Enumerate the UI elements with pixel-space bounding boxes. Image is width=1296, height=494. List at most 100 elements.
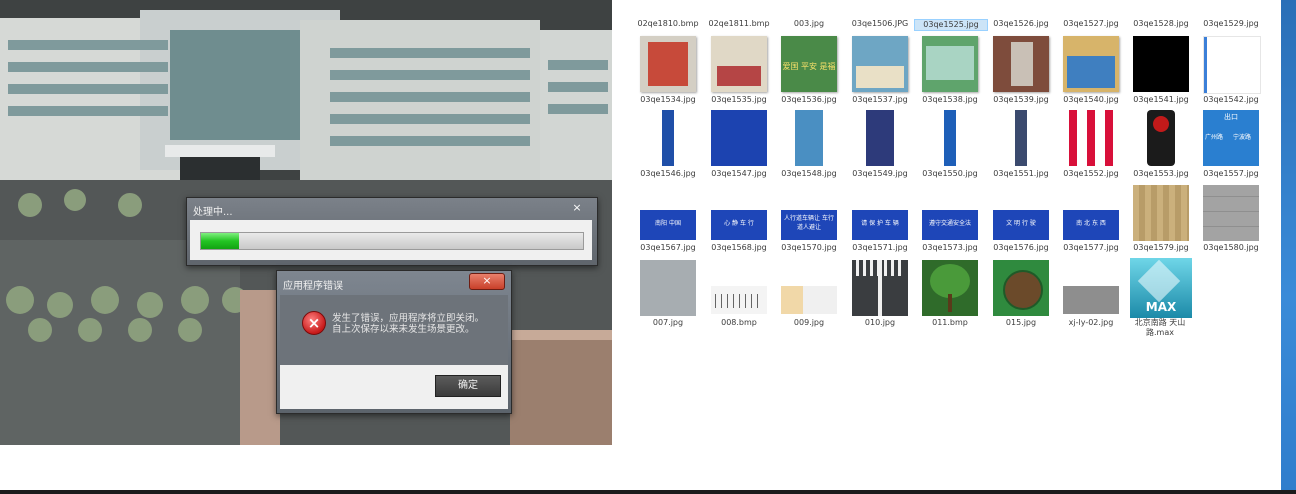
thumbnail-sign-text: 爱国 平安 是福 xyxy=(782,62,836,71)
max-badge-text: MAX xyxy=(1145,300,1177,314)
progress-dialog: 处理中... × xyxy=(186,197,598,266)
file-label[interactable]: 03qe1535.jpg xyxy=(703,95,775,105)
file-label[interactable]: 008.bmp xyxy=(703,318,775,328)
thumbnail-03qe1567[interactable]: 南阳 中国 xyxy=(640,210,696,240)
thumbnail-03qe1579[interactable] xyxy=(1133,185,1189,241)
thumbnail-015[interactable] xyxy=(993,260,1049,316)
file-label[interactable]: 03qe1540.jpg xyxy=(1055,95,1127,105)
file-label[interactable]: 03qe1567.jpg xyxy=(632,243,704,253)
file-label[interactable]: 03qe1529.jpg xyxy=(1195,19,1267,29)
thumbnail-03qe1538[interactable] xyxy=(922,36,978,92)
thumbnail-03qe1536[interactable]: 爱国 平安 是福 xyxy=(781,36,837,92)
thumbnail-007[interactable] xyxy=(640,260,696,316)
file-label[interactable]: 03qe1553.jpg xyxy=(1125,169,1197,179)
file-label[interactable]: 03qe1536.jpg xyxy=(773,95,845,105)
thumbnail-03qe1571[interactable]: 请 保 护 车 辆 xyxy=(852,210,908,240)
close-icon[interactable]: × xyxy=(469,273,505,290)
thumbnail-sign-text: 南阳 中国 xyxy=(655,220,681,227)
error-message: 发生了错误，应用程序将立即关闭。 自上次保存以来未发生场景更改。 xyxy=(332,313,502,335)
progress-close-icon[interactable]: × xyxy=(563,201,591,214)
thumbnail-03qe1576[interactable]: 文 明 行 驶 xyxy=(993,210,1049,240)
thumbnail-03qe1577[interactable]: 南 北 东 西 xyxy=(1063,210,1119,240)
thumbnail-03qe1557[interactable]: 出口 广州路 宁波路 xyxy=(1203,110,1259,166)
thumbnail-011[interactable] xyxy=(922,260,978,316)
thumbnail-03qe1542[interactable] xyxy=(1203,36,1261,94)
file-label[interactable]: 03qe1570.jpg xyxy=(773,243,845,253)
thumbnail-sign-text: 人行道车辆让 车行道人避让 xyxy=(784,215,834,231)
thumbnail-010[interactable] xyxy=(852,260,908,316)
ok-button[interactable]: 确定 xyxy=(435,375,501,397)
thumbnail-03qe1539[interactable] xyxy=(993,36,1049,92)
3ds-max-file-icon[interactable]: MAX xyxy=(1130,258,1192,318)
thumbnail-03qe1547[interactable] xyxy=(711,110,767,166)
thumbnail-03qe1546[interactable] xyxy=(640,110,696,166)
thumbnail-03qe1537[interactable] xyxy=(852,36,908,92)
thumbnail-sign-text: 文 明 行 驶 xyxy=(1006,220,1036,227)
thumbnail-03qe1580[interactable] xyxy=(1203,185,1259,241)
thumbnail-009[interactable] xyxy=(781,286,837,314)
thumbnail-03qe1550[interactable] xyxy=(922,110,978,166)
file-label[interactable]: 03qe1547.jpg xyxy=(703,169,775,179)
file-label[interactable]: 03qe1527.jpg xyxy=(1055,19,1127,29)
thumbnail-03qe1540[interactable] xyxy=(1063,36,1119,92)
file-label[interactable]: 007.jpg xyxy=(632,318,704,328)
error-icon: × xyxy=(302,311,326,335)
file-label[interactable]: 03qe1579.jpg xyxy=(1125,243,1197,253)
file-label[interactable]: 010.jpg xyxy=(844,318,916,328)
file-label[interactable]: 015.jpg xyxy=(985,318,1057,328)
thumbnail-03qe1535[interactable] xyxy=(711,36,767,92)
file-label[interactable]: 03qe1542.jpg xyxy=(1195,95,1267,105)
thumbnail-03qe1541[interactable] xyxy=(1133,36,1189,92)
file-label[interactable]: 02qe1810.bmp xyxy=(632,19,704,29)
file-label[interactable]: 003.jpg xyxy=(773,19,845,29)
file-label[interactable]: 03qe1548.jpg xyxy=(773,169,845,179)
file-label[interactable]: 03qe1528.jpg xyxy=(1125,19,1197,29)
error-message-line2: 自上次保存以来未发生场景更改。 xyxy=(332,324,475,335)
file-label[interactable]: 03qe1538.jpg xyxy=(914,95,986,105)
file-label[interactable]: 03qe1541.jpg xyxy=(1125,95,1197,105)
thumbnail-sign-text: 出口 xyxy=(1224,113,1238,121)
progress-bar-fill xyxy=(201,233,240,249)
file-label[interactable]: 03qe1576.jpg xyxy=(985,243,1057,253)
file-label[interactable]: 02qe1811.bmp xyxy=(703,19,775,29)
thumbnail-03qe1553[interactable] xyxy=(1133,110,1189,166)
file-label[interactable]: 011.bmp xyxy=(914,318,986,328)
file-label[interactable]: 03qe1506.JPG xyxy=(844,19,916,29)
file-label[interactable]: 03qe1580.jpg xyxy=(1195,243,1267,253)
file-label[interactable]: 03qe1551.jpg xyxy=(985,169,1057,179)
file-label[interactable]: 03qe1526.jpg xyxy=(985,19,1057,29)
file-label[interactable]: xj-ly-02.jpg xyxy=(1055,318,1127,328)
taskbar-edge xyxy=(0,490,1296,494)
thumbnail-03qe1548[interactable] xyxy=(781,110,837,166)
thumbnail-03qe1551[interactable] xyxy=(993,110,1049,166)
file-label[interactable]: 03qe1546.jpg xyxy=(632,169,704,179)
file-label[interactable]: 03qe1534.jpg xyxy=(632,95,704,105)
file-label[interactable]: 03qe1568.jpg xyxy=(703,243,775,253)
file-label[interactable]: 北京南路 天山路.max xyxy=(1128,318,1192,338)
file-label[interactable]: 03qe1550.jpg xyxy=(914,169,986,179)
file-label[interactable]: 03qe1571.jpg xyxy=(844,243,916,253)
thumbnail-03qe1570[interactable]: 人行道车辆让 车行道人避让 xyxy=(781,210,837,240)
thumbnail-xj-ly-02[interactable] xyxy=(1063,286,1119,314)
viewport-gap xyxy=(0,445,612,494)
thumbnail-03qe1552[interactable] xyxy=(1063,110,1119,166)
error-dialog: 应用程序错误 × × 发生了错误，应用程序将立即关闭。 自上次保存以来未发生场景… xyxy=(276,270,512,414)
thumbnail-03qe1568[interactable]: 心 静 车 行 xyxy=(711,210,767,240)
file-label[interactable]: 03qe1552.jpg xyxy=(1055,169,1127,179)
file-label[interactable]: 03qe1557.jpg xyxy=(1195,169,1267,179)
file-label[interactable]: 03qe1537.jpg xyxy=(844,95,916,105)
thumbnail-sign-text: 宁波路 xyxy=(1233,134,1252,141)
thumbnail-03qe1534[interactable] xyxy=(640,36,696,92)
file-label[interactable]: 03qe1573.jpg xyxy=(914,243,986,253)
thumbnail-008[interactable] xyxy=(711,286,767,314)
thumbnail-03qe1573[interactable]: 遵守交通安全法 xyxy=(922,210,978,240)
error-dialog-title: 应用程序错误 xyxy=(283,281,343,292)
thumbnail-sign-text: 心 静 车 行 xyxy=(724,220,754,227)
file-label[interactable]: 03qe1549.jpg xyxy=(844,169,916,179)
thumbnail-03qe1549[interactable] xyxy=(852,110,908,166)
file-label[interactable]: 009.jpg xyxy=(773,318,845,328)
file-label[interactable]: 03qe1525.jpg xyxy=(914,19,988,31)
desktop-background-edge xyxy=(1281,0,1296,494)
file-label[interactable]: 03qe1577.jpg xyxy=(1055,243,1127,253)
file-label[interactable]: 03qe1539.jpg xyxy=(985,95,1057,105)
